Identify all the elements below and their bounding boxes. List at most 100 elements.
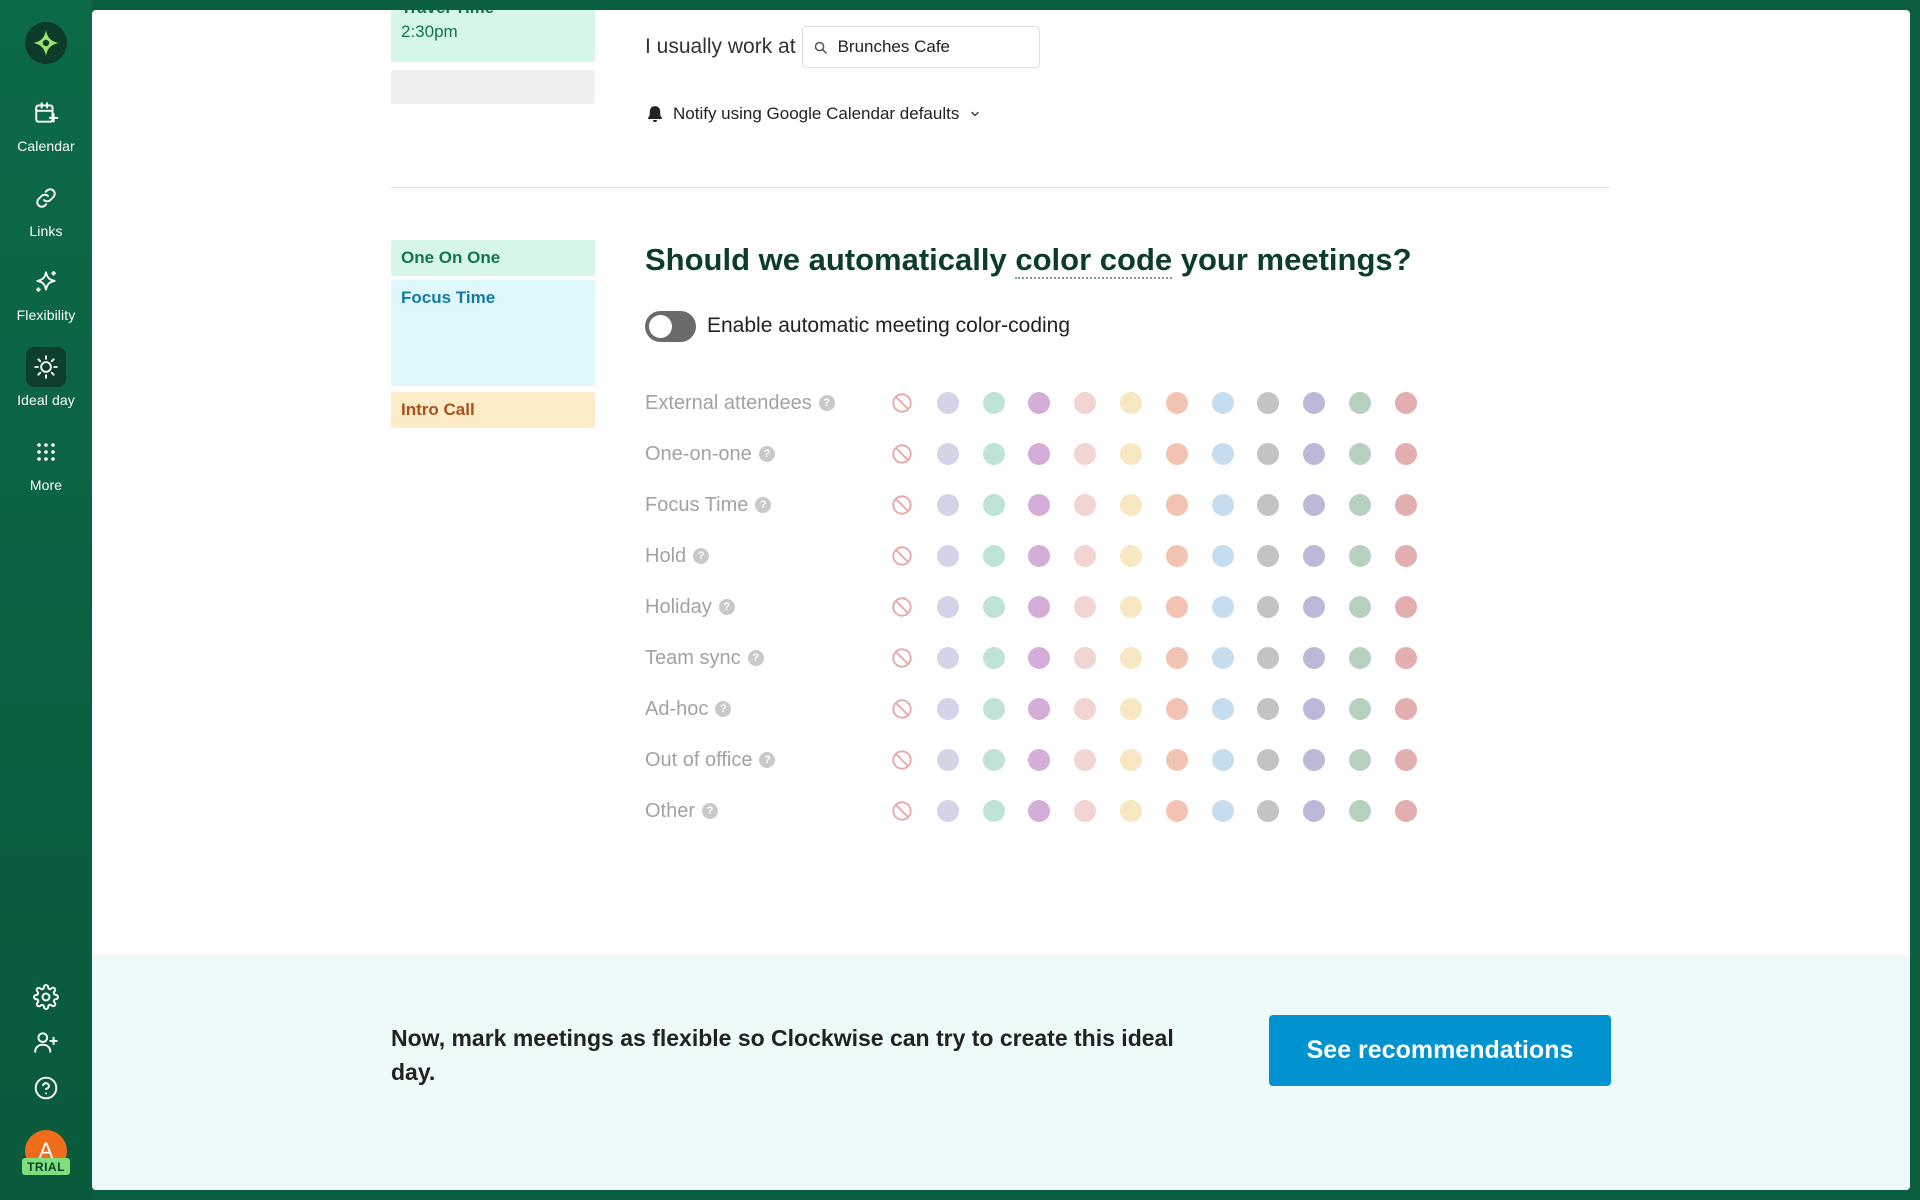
color-swatch[interactable] — [1074, 545, 1097, 567]
color-swatch[interactable] — [1257, 800, 1280, 822]
color-swatch[interactable] — [1165, 545, 1188, 567]
color-swatch[interactable] — [1394, 800, 1417, 822]
color-swatch[interactable] — [1257, 494, 1280, 516]
no-color-icon[interactable] — [891, 494, 913, 516]
color-swatch[interactable] — [1211, 596, 1234, 618]
help-question-icon[interactable]: ? — [758, 446, 775, 462]
no-color-icon[interactable] — [891, 749, 913, 771]
notify-dropdown[interactable]: Notify using Google Calendar defaults — [645, 102, 981, 126]
color-swatch[interactable] — [1348, 749, 1371, 771]
color-swatch[interactable] — [1303, 494, 1326, 516]
color-swatch[interactable] — [1119, 545, 1142, 567]
color-swatch[interactable] — [1348, 392, 1371, 414]
color-swatch[interactable] — [936, 392, 959, 414]
color-swatch[interactable] — [1074, 596, 1097, 618]
no-color-icon[interactable] — [891, 698, 913, 720]
color-swatch[interactable] — [982, 443, 1005, 465]
color-swatch[interactable] — [1165, 596, 1188, 618]
color-swatch[interactable] — [1394, 698, 1417, 720]
color-swatch[interactable] — [1394, 443, 1417, 465]
help-circle-icon[interactable] — [26, 1068, 66, 1108]
color-swatch[interactable] — [1348, 494, 1371, 516]
color-swatch[interactable] — [1257, 545, 1280, 567]
color-swatch[interactable] — [982, 800, 1005, 822]
help-question-icon[interactable]: ? — [715, 701, 732, 717]
color-swatch[interactable] — [1028, 392, 1051, 414]
color-swatch[interactable] — [1119, 749, 1142, 771]
color-swatch[interactable] — [936, 545, 959, 567]
no-color-icon[interactable] — [891, 647, 913, 669]
help-question-icon[interactable]: ? — [702, 803, 719, 819]
color-swatch[interactable] — [982, 392, 1005, 414]
color-swatch[interactable] — [1348, 443, 1371, 465]
help-question-icon[interactable]: ? — [818, 395, 835, 411]
color-swatch[interactable] — [1211, 749, 1234, 771]
color-swatch[interactable] — [936, 749, 959, 771]
color-swatch[interactable] — [1074, 443, 1097, 465]
no-color-icon[interactable] — [891, 545, 913, 567]
color-swatch[interactable] — [1119, 494, 1142, 516]
sidebar-item-more[interactable]: More — [0, 432, 92, 502]
color-swatch[interactable] — [1348, 698, 1371, 720]
color-swatch[interactable] — [936, 494, 959, 516]
color-swatch[interactable] — [936, 698, 959, 720]
see-recommendations-button[interactable]: See recommendations — [1269, 1015, 1611, 1086]
color-swatch[interactable] — [1257, 443, 1280, 465]
color-swatch[interactable] — [982, 596, 1005, 618]
color-swatch[interactable] — [1119, 800, 1142, 822]
color-swatch[interactable] — [1165, 749, 1188, 771]
color-swatch[interactable] — [1348, 647, 1371, 669]
color-swatch[interactable] — [1119, 647, 1142, 669]
color-swatch[interactable] — [1303, 698, 1326, 720]
sidebar-item-flexibility[interactable]: Flexibility — [0, 262, 92, 332]
color-swatch[interactable] — [1303, 392, 1326, 414]
color-swatch[interactable] — [1211, 443, 1234, 465]
color-swatch[interactable] — [982, 749, 1005, 771]
color-swatch[interactable] — [936, 596, 959, 618]
color-swatch[interactable] — [936, 647, 959, 669]
color-swatch[interactable] — [1074, 749, 1097, 771]
color-swatch[interactable] — [1211, 647, 1234, 669]
clockwise-logo[interactable] — [25, 22, 67, 64]
color-swatch[interactable] — [1074, 392, 1097, 414]
settings-gear-icon[interactable] — [26, 977, 66, 1017]
color-swatch[interactable] — [1119, 443, 1142, 465]
color-swatch[interactable] — [1257, 698, 1280, 720]
color-swatch[interactable] — [1028, 698, 1051, 720]
color-swatch[interactable] — [1165, 392, 1188, 414]
color-swatch[interactable] — [1303, 443, 1326, 465]
color-swatch[interactable] — [1211, 800, 1234, 822]
color-swatch[interactable] — [1211, 494, 1234, 516]
color-swatch[interactable] — [1394, 494, 1417, 516]
help-question-icon[interactable]: ? — [718, 599, 735, 615]
color-swatch[interactable] — [1028, 749, 1051, 771]
help-question-icon[interactable]: ? — [693, 548, 710, 564]
color-swatch[interactable] — [1303, 596, 1326, 618]
sidebar-item-ideal-day[interactable]: Ideal day — [0, 347, 92, 417]
color-swatch[interactable] — [1165, 800, 1188, 822]
color-swatch[interactable] — [1303, 647, 1326, 669]
color-swatch[interactable] — [1348, 596, 1371, 618]
color-swatch[interactable] — [1257, 596, 1280, 618]
color-swatch[interactable] — [1074, 800, 1097, 822]
no-color-icon[interactable] — [891, 443, 913, 465]
color-swatch[interactable] — [936, 800, 959, 822]
help-question-icon[interactable]: ? — [747, 650, 764, 666]
color-swatch[interactable] — [1394, 647, 1417, 669]
sidebar-item-links[interactable]: Links — [0, 178, 92, 248]
color-swatch[interactable] — [1257, 749, 1280, 771]
color-swatch[interactable] — [1348, 545, 1371, 567]
color-swatch[interactable] — [1119, 698, 1142, 720]
color-swatch[interactable] — [1119, 392, 1142, 414]
no-color-icon[interactable] — [891, 800, 913, 822]
color-swatch[interactable] — [1257, 647, 1280, 669]
no-color-icon[interactable] — [891, 596, 913, 618]
color-swatch[interactable] — [936, 443, 959, 465]
color-swatch[interactable] — [1028, 647, 1051, 669]
work-location-input[interactable]: Brunches Cafe — [801, 26, 1040, 68]
color-swatch[interactable] — [982, 545, 1005, 567]
color-swatch[interactable] — [1074, 494, 1097, 516]
color-swatch[interactable] — [1394, 596, 1417, 618]
color-swatch[interactable] — [1303, 800, 1326, 822]
color-swatch[interactable] — [982, 494, 1005, 516]
